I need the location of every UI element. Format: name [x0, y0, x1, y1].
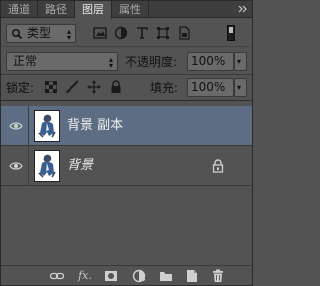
tab-properties[interactable]: 属性: [112, 1, 149, 18]
smart-object-filter-icon[interactable]: [177, 26, 191, 40]
tab-paths[interactable]: 路径: [38, 1, 75, 18]
blend-mode-row: 正常 ▴ ▾ 不透明度: 100% ▾: [1, 47, 252, 75]
delete-layer-icon[interactable]: [211, 269, 225, 283]
toggle-knob: [229, 27, 233, 33]
eye-icon[interactable]: [9, 160, 23, 172]
fill-value: 100%: [191, 80, 226, 94]
lock-row: 锁定: 填充: 100% ▾: [1, 75, 252, 101]
eye-icon[interactable]: [9, 120, 23, 132]
fill-dropdown-button[interactable]: ▾: [234, 78, 247, 97]
tab-layers[interactable]: 图层: [75, 1, 112, 19]
lock-label: 锁定:: [6, 81, 35, 95]
lock-icon: [212, 159, 224, 173]
divider: [28, 106, 29, 146]
chevron-down-icon: ▾: [237, 57, 242, 66]
lock-transparent-pixels-icon[interactable]: [44, 80, 58, 94]
collapse-panel-icon[interactable]: [238, 4, 248, 14]
chevron-down-icon: ▾: [237, 83, 242, 92]
layers-list: 背景 副本 背景: [1, 101, 252, 265]
search-icon: [11, 28, 23, 40]
lock-image-pixels-icon[interactable]: [65, 80, 79, 94]
layer-filter-row: 类型 ▴ ▾: [1, 19, 252, 47]
add-layer-mask-icon[interactable]: [104, 269, 118, 283]
filter-kind-select[interactable]: 类型 ▴ ▾: [6, 24, 76, 43]
adjustment-layer-filter-icon[interactable]: [114, 26, 128, 40]
layers-panel-footer: fx.: [1, 265, 252, 285]
layer-name: 背景 副本: [67, 118, 124, 133]
layer-thumbnail: [34, 150, 60, 182]
opacity-value: 100%: [191, 54, 226, 68]
layer-thumbnail: [34, 110, 60, 142]
layer-row[interactable]: 背景 副本: [1, 106, 252, 146]
blend-mode-select[interactable]: 正常 ▴ ▾: [6, 52, 118, 71]
tab-channels[interactable]: 通道: [1, 1, 38, 18]
divider: [28, 146, 29, 186]
opacity-input[interactable]: 100%: [187, 52, 234, 71]
opacity-label: 不透明度:: [125, 55, 178, 69]
layer-name: 背景: [67, 158, 94, 173]
lock-position-icon[interactable]: [87, 80, 101, 94]
fill-input[interactable]: 100%: [187, 78, 234, 97]
new-adjustment-layer-icon[interactable]: [132, 269, 146, 283]
blend-mode-value: 正常: [13, 54, 38, 68]
type-layer-filter-icon[interactable]: [135, 26, 149, 40]
lock-all-icon[interactable]: [110, 80, 122, 94]
layer-style-fx-button[interactable]: fx.: [75, 269, 95, 283]
new-layer-icon[interactable]: [185, 269, 199, 283]
panel-tab-bar: 通道 路径 图层 属性: [1, 1, 252, 19]
filter-kind-label: 类型: [27, 26, 52, 40]
filter-toggle-switch[interactable]: [227, 25, 235, 41]
new-group-icon[interactable]: [159, 269, 173, 283]
chevron-updown-icon: ▴ ▾: [108, 55, 113, 70]
layer-row[interactable]: 背景: [1, 146, 252, 186]
layers-panel: 通道 路径 图层 属性 类型 ▴ ▾ 正常 ▴ ▾ 不透明度: 100% ▾ 锁…: [0, 0, 253, 286]
fill-label: 填充:: [150, 81, 179, 95]
chevron-updown-icon: ▴ ▾: [66, 27, 71, 42]
pixel-layer-filter-icon[interactable]: [93, 26, 107, 40]
shape-layer-filter-icon[interactable]: [156, 26, 170, 40]
link-layers-icon[interactable]: [49, 269, 65, 283]
opacity-dropdown-button[interactable]: ▾: [234, 52, 247, 71]
